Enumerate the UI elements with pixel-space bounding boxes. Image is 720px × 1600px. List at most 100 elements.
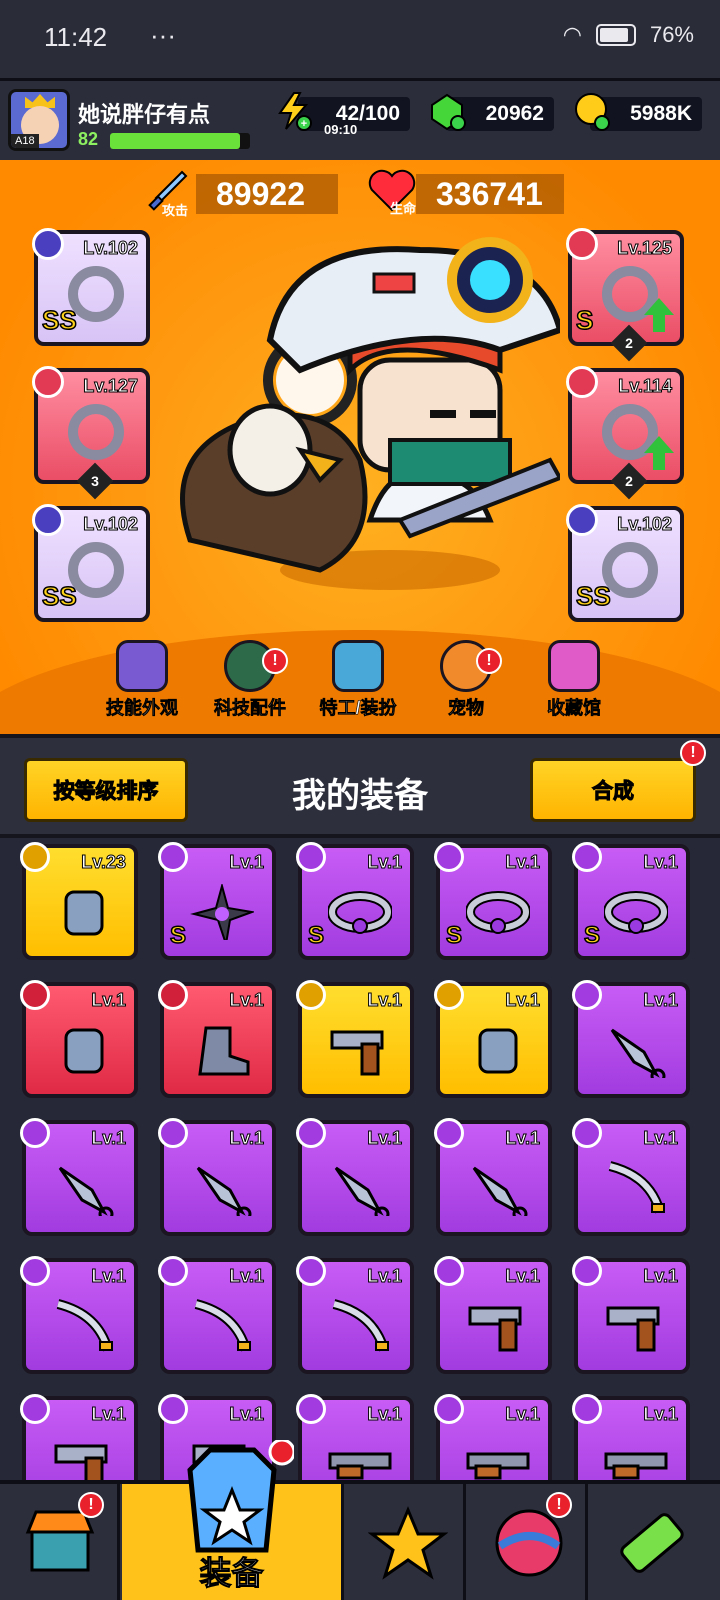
inventory-item[interactable]: Lv.1 <box>572 980 690 1098</box>
coin-icon <box>575 93 610 131</box>
revolver-icon <box>330 1030 384 1076</box>
merge-notification-badge: ! <box>680 740 706 766</box>
item-category-icon <box>434 842 464 872</box>
inventory-item[interactable]: Lv.1 <box>158 980 276 1098</box>
inventory-item[interactable]: Lv.1 <box>434 1256 552 1374</box>
inventory-item[interactable]: Lv.1 <box>20 1256 138 1374</box>
inventory-item[interactable]: Lv.1 <box>296 1256 414 1374</box>
equip-slot-necklace[interactable]: Lv.127 3 <box>32 366 150 500</box>
item-level: Lv.1 <box>643 1404 679 1425</box>
item-category-icon <box>572 842 602 872</box>
item-level: Lv.1 <box>91 1266 127 1287</box>
menu-skill-appearance[interactable]: 技能外观 <box>92 640 192 720</box>
item-level: Lv.1 <box>367 1404 403 1425</box>
inventory-item[interactable]: Lv.1 <box>158 1256 276 1374</box>
energy-timer: 09:10 <box>324 122 358 137</box>
item-level: Lv.1 <box>367 852 403 873</box>
xp-bar <box>110 133 250 149</box>
battery-icon <box>595 24 636 46</box>
item-level: Lv.1 <box>91 990 127 1011</box>
equip-slot-belt[interactable]: Lv.114 2 <box>566 366 684 500</box>
inventory-item[interactable]: Lv.1 S <box>158 842 276 960</box>
inventory-item[interactable]: Lv.1 <box>434 1118 552 1236</box>
rarity-badge: S <box>445 921 463 950</box>
hero-character <box>180 237 560 590</box>
item-category-icon <box>20 980 50 1010</box>
inventory-item[interactable]: Lv.1 <box>434 980 552 1098</box>
attack-value: 89922 <box>216 175 305 212</box>
item-level: Lv.1 <box>367 1128 403 1149</box>
inventory-item[interactable]: Lv.1 <box>20 1118 138 1236</box>
equip-level: Lv.127 <box>83 376 139 397</box>
inventory-item[interactable]: Lv.1 S <box>296 842 414 960</box>
armor-slot-icon <box>566 228 598 260</box>
inventory-item[interactable]: Lv.1 <box>572 1394 690 1480</box>
equip-level: Lv.102 <box>83 514 139 535</box>
inventory-item[interactable]: Lv.1 <box>296 980 414 1098</box>
armor-vest-icon <box>187 1440 294 1553</box>
item-category-icon <box>572 1256 602 1286</box>
dna-capsule-icon <box>620 1513 684 1573</box>
item-category-icon <box>158 1118 188 1148</box>
menu-label: 特工/装扮 <box>319 698 397 719</box>
status-bar: 11:42 ··· ◠ 76% <box>0 0 720 78</box>
inventory-item[interactable]: Lv.1 <box>20 980 138 1098</box>
inventory-item[interactable]: Lv.1 <box>20 1394 138 1480</box>
equip-slot-boots[interactable]: Lv.102 SS <box>566 504 684 622</box>
kunai-icon <box>472 1166 528 1216</box>
hp-stat: 336741 <box>416 174 564 214</box>
inventory-item[interactable]: Lv.1 <box>572 1118 690 1236</box>
item-category-icon <box>434 980 464 1010</box>
item-level: Lv.1 <box>505 1128 541 1149</box>
merge-button[interactable]: 合成 <box>530 758 696 822</box>
inventory-item[interactable]: Lv.1 <box>434 1394 552 1480</box>
inventory-item[interactable]: Lv.1 <box>572 1256 690 1374</box>
avatar[interactable]: A18 <box>8 89 70 151</box>
gem-icon <box>431 93 466 131</box>
katana-icon <box>332 1299 389 1352</box>
nav-shop[interactable]: ! <box>0 1484 120 1600</box>
nav-equipment[interactable]: 装备 <box>122 1440 344 1600</box>
equip-slot-armor[interactable]: Lv.125 S 2 <box>566 228 684 362</box>
item-level: Lv.1 <box>505 1404 541 1425</box>
nav-talents[interactable] <box>346 1484 466 1600</box>
inventory-item[interactable]: Lv.1 S <box>434 842 552 960</box>
player-header: A18 她说胖仔有点 82 42/100 + 20962 5988K <box>0 78 720 160</box>
belt-icon <box>604 891 668 934</box>
rarity-badge: SS <box>575 580 611 612</box>
rifle-icon <box>604 1452 668 1480</box>
katana-icon <box>56 1299 113 1352</box>
menu-agent-costume[interactable]: 特工/装扮 <box>308 640 408 720</box>
katana-icon <box>194 1299 251 1352</box>
star-count: 2 <box>625 335 633 351</box>
equip-level: Lv.102 <box>83 238 139 259</box>
belt-icon <box>328 891 392 934</box>
menu-pets[interactable]: 宠物 <box>416 640 516 720</box>
nav-events[interactable]: ! <box>468 1484 588 1600</box>
rarity-badge: S <box>169 921 187 950</box>
equip-slot-gloves[interactable]: Lv.102 SS <box>32 504 150 622</box>
inventory-item[interactable]: Lv.1 S <box>572 842 690 960</box>
bottom-nav: ! 装备 ! <box>0 1440 720 1600</box>
item-level: Lv.1 <box>229 852 265 873</box>
menu-label: 科技配件 <box>214 698 287 719</box>
item-category-icon <box>296 1118 326 1148</box>
nav-evolution[interactable] <box>590 1484 720 1600</box>
player-level: 82 <box>78 129 99 149</box>
item-level: Lv.1 <box>643 1128 679 1149</box>
inventory-item[interactable]: Lv.1 <box>158 1118 276 1236</box>
item-category-icon <box>434 1394 464 1424</box>
item-category-icon <box>572 1394 602 1424</box>
equip-slot-weapon[interactable]: Lv.102 SS <box>32 228 150 346</box>
item-level: Lv.1 <box>367 1266 403 1287</box>
menu-collection[interactable]: 收藏馆 <box>524 640 624 720</box>
item-level: Lv.1 <box>91 1128 127 1149</box>
inventory-item[interactable]: Lv.23 <box>20 842 138 960</box>
inventory-item[interactable]: Lv.1 <box>296 1394 414 1480</box>
energy-bolt-icon: + <box>278 92 312 131</box>
kunai-icon <box>196 1166 252 1216</box>
inventory-item[interactable]: Lv.1 <box>296 1118 414 1236</box>
gear-toolbar: 按等级排序 我的装备 合成 ! <box>0 734 720 834</box>
nav-equipment-label: 装备 <box>199 1555 264 1592</box>
boots-icon <box>198 1026 250 1076</box>
